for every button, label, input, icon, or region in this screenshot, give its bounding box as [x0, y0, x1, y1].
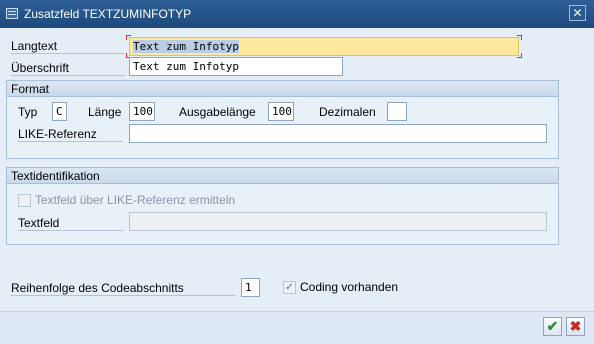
button-bar: ✔ ✖	[0, 311, 594, 344]
langtext-value: Text zum Infotyp	[133, 40, 239, 53]
textfeld-like-checkbox[interactable]	[18, 194, 31, 207]
dezimalen-input[interactable]	[387, 102, 407, 121]
format-group-title: Format	[7, 81, 558, 97]
window-icon	[6, 8, 18, 19]
textfeld-input	[129, 212, 547, 231]
cancel-button[interactable]: ✖	[566, 317, 585, 336]
ok-button[interactable]: ✔	[543, 317, 562, 336]
window-title: Zusatzfeld TEXTZUMINFOTYP	[24, 7, 192, 21]
textidentifikation-group-title: Textidentifikation	[7, 168, 558, 184]
ausgabelaenge-input[interactable]: 100	[268, 102, 294, 121]
title-bar: Zusatzfeld TEXTZUMINFOTYP ✕	[0, 0, 594, 28]
laenge-input[interactable]: 100	[129, 102, 155, 121]
coding-vorhanden-label: Coding vorhanden	[300, 280, 399, 294]
reihenfolge-input[interactable]: 1	[241, 278, 260, 297]
coding-vorhanden-checkbox[interactable]: ✓	[283, 281, 296, 294]
format-group: Format Typ C Länge 100 Ausgabelänge 100 …	[6, 80, 559, 159]
dialog-body: Langtext Text zum Infotyp Überschrift Te…	[0, 28, 594, 344]
focus-corner	[517, 53, 522, 58]
langtext-input[interactable]: Text zum Infotyp	[129, 37, 519, 56]
like-referenz-label: LIKE-Referenz	[18, 127, 123, 142]
typ-input[interactable]: C	[52, 102, 67, 121]
ausgabelaenge-label: Ausgabelänge	[179, 105, 256, 119]
reihenfolge-label: Reihenfolge des Codeabschnitts	[11, 281, 235, 296]
like-referenz-input[interactable]	[129, 124, 547, 143]
focus-corner	[517, 35, 522, 40]
textfeld-like-checkbox-label: Textfeld über LIKE-Referenz ermitteln	[35, 193, 236, 207]
ueberschrift-label: Überschrift	[11, 61, 125, 76]
dezimalen-label: Dezimalen	[319, 105, 376, 119]
textidentifikation-group: Textidentifikation Textfeld über LIKE-Re…	[6, 167, 559, 245]
close-button[interactable]: ✕	[569, 5, 586, 21]
focus-corner	[126, 35, 131, 40]
langtext-label: Langtext	[11, 39, 125, 54]
ueberschrift-input[interactable]: Text zum Infotyp	[129, 57, 343, 76]
laenge-label: Länge	[88, 105, 122, 119]
textfeld-label: Textfeld	[18, 216, 123, 231]
typ-label: Typ	[18, 105, 38, 119]
